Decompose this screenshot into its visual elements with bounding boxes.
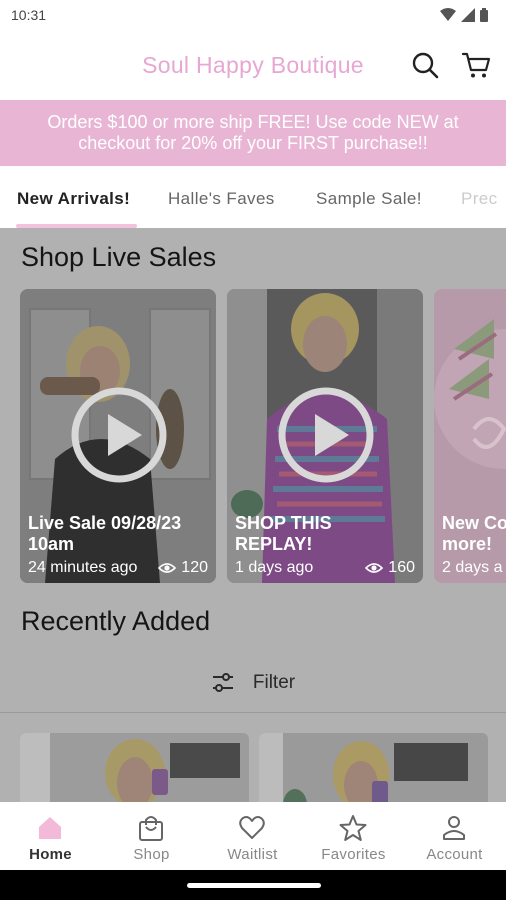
- view-count: 160: [388, 559, 415, 576]
- video-caption-line: more!: [442, 534, 493, 554]
- nav-favorites[interactable]: Favorites: [303, 802, 404, 870]
- product-image: [259, 733, 488, 802]
- video-caption-line: REPLAY!: [235, 534, 313, 554]
- video-meta: 2 days a: [442, 559, 506, 577]
- product-card[interactable]: [259, 733, 488, 802]
- person-icon: [443, 816, 465, 840]
- promo-line-1: Orders $100 or more ship FREE! Use code …: [47, 112, 459, 132]
- app-header: Soul Happy Boutique: [0, 30, 506, 100]
- eye-icon: [365, 563, 384, 573]
- live-sale-video-card[interactable]: Live Sale 09/28/23 10am 24 minutes ago 1…: [20, 289, 216, 583]
- home-icon: [39, 817, 61, 839]
- tab-prec[interactable]: Prec: [461, 189, 498, 209]
- battery-icon: [480, 8, 488, 22]
- nav-home[interactable]: Home: [0, 802, 101, 870]
- nav-shop[interactable]: Shop: [101, 802, 202, 870]
- heart-icon: [239, 816, 265, 839]
- signal-icon: [461, 8, 475, 22]
- tab-sample-sale[interactable]: Sample Sale!: [316, 189, 422, 209]
- video-caption-line: Live Sale 09/28/23: [28, 513, 182, 533]
- play-icon[interactable]: [277, 386, 375, 484]
- tab-halles-faves[interactable]: Halle's Faves: [168, 189, 275, 209]
- search-icon[interactable]: [410, 50, 440, 80]
- video-meta: 24 minutes ago 120: [28, 559, 208, 577]
- product-image: [20, 733, 249, 802]
- nav-label: Shop: [133, 846, 170, 863]
- wifi-icon: [440, 8, 456, 21]
- video-views: 160: [365, 559, 415, 577]
- video-caption-line: SHOP THIS: [235, 513, 332, 533]
- promo-line-2: checkout for 20% off your FIRST purchase…: [78, 133, 428, 153]
- star-icon: [339, 815, 367, 841]
- status-icons: [440, 8, 488, 22]
- product-card[interactable]: [20, 733, 249, 802]
- video-caption-line: 10am: [28, 534, 75, 554]
- section-divider: [0, 712, 506, 713]
- view-count: 120: [181, 559, 208, 576]
- nav-account[interactable]: Account: [404, 802, 505, 870]
- nav-label: Home: [29, 846, 72, 863]
- gesture-bar: [0, 870, 506, 900]
- nav-label: Account: [426, 846, 483, 863]
- sliders-icon: [212, 673, 233, 692]
- eye-icon: [158, 563, 177, 573]
- home-gesture-handle[interactable]: [187, 883, 321, 888]
- promo-banner[interactable]: Orders $100 or more ship FREE! Use code …: [0, 100, 506, 166]
- category-tabs: New Arrivals! Halle's Faves Sample Sale!…: [0, 166, 506, 228]
- video-time-ago: 1 days ago: [235, 559, 314, 576]
- nav-label: Waitlist: [227, 846, 278, 863]
- bottom-nav: Home Shop Waitlist Favorites Account: [0, 802, 506, 870]
- live-sales-title: Shop Live Sales: [21, 242, 217, 272]
- status-time: 10:31: [11, 7, 47, 23]
- live-sale-video-card[interactable]: SHOP THIS REPLAY! 1 days ago 160: [227, 289, 423, 583]
- tab-new-arrivals[interactable]: New Arrivals!: [17, 189, 130, 209]
- video-meta: 1 days ago 160: [235, 559, 415, 577]
- video-caption: New Co more!: [442, 513, 506, 555]
- live-sale-video-card[interactable]: New Co more! 2 days a: [434, 289, 506, 583]
- filter-button[interactable]: Filter: [0, 663, 506, 703]
- video-caption: SHOP THIS REPLAY!: [235, 513, 332, 555]
- cart-icon[interactable]: [461, 50, 491, 80]
- play-icon[interactable]: [70, 386, 168, 484]
- filter-label: Filter: [252, 672, 296, 693]
- main-content: Shop Live Sales Live Sale 09/28/23 10am …: [0, 228, 506, 802]
- video-caption: Live Sale 09/28/23 10am: [28, 513, 181, 555]
- video-caption-line: New Co: [442, 513, 506, 533]
- nav-label: Favorites: [321, 846, 386, 863]
- status-bar: 10:31: [0, 0, 506, 30]
- shopping-bag-icon: [139, 816, 163, 841]
- video-time-ago: 24 minutes ago: [28, 559, 138, 576]
- recently-added-title: Recently Added: [21, 606, 211, 636]
- video-time-ago: 2 days a: [442, 559, 503, 576]
- nav-waitlist[interactable]: Waitlist: [202, 802, 303, 870]
- video-views: 120: [158, 559, 208, 577]
